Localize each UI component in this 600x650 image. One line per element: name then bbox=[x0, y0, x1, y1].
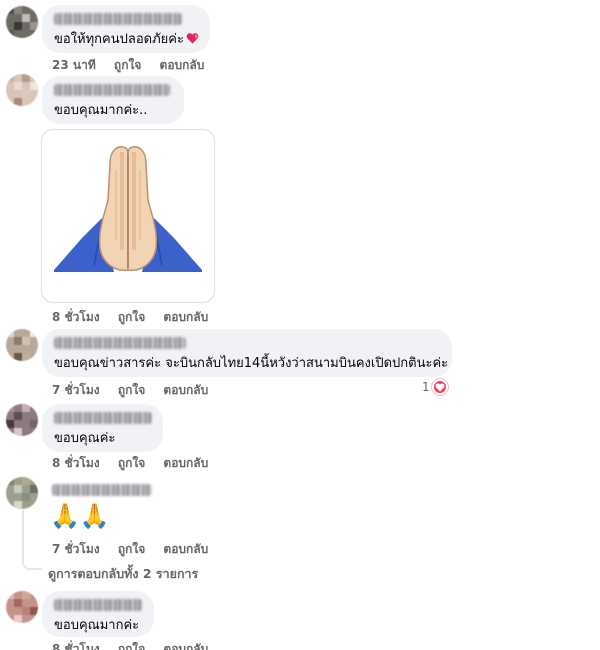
comment-bubble: ขอบคุณมากค่ะ.. bbox=[42, 76, 184, 124]
comment-bubble: ขอบคุณข่าวสารค่ะ จะบินกลับไทย14นี้หวังว่… bbox=[42, 329, 452, 377]
comment-meta: 23 นาที ถูกใจ ตอบกลับ bbox=[52, 56, 218, 75]
comment-bubble: ขอบคุณค่ะ bbox=[42, 404, 163, 452]
timestamp-link[interactable]: 8 ชั่วโมง bbox=[52, 456, 100, 470]
like-button[interactable]: ถูกใจ bbox=[114, 58, 141, 72]
comment-text: ขอบคุณค่ะ bbox=[54, 431, 116, 446]
love-reaction-icon bbox=[431, 379, 448, 395]
avatar[interactable] bbox=[6, 477, 38, 509]
timestamp-link[interactable]: 7 ชั่วโมง bbox=[52, 542, 100, 556]
avatar[interactable] bbox=[6, 591, 38, 623]
comment-bubble: ขอให้ทุกคนปลอดภัยค่ะ bbox=[42, 5, 210, 53]
avatar[interactable] bbox=[6, 6, 38, 38]
comment-meta: 7 ชั่วโมง ถูกใจ ตอบกลับ bbox=[52, 381, 222, 400]
reply-thread-line bbox=[22, 510, 42, 570]
reply-button[interactable]: ตอบกลับ bbox=[163, 310, 208, 324]
like-button[interactable]: ถูกใจ bbox=[118, 456, 145, 470]
avatar[interactable] bbox=[6, 329, 38, 361]
avatar[interactable] bbox=[6, 404, 38, 436]
praying-hands-icon bbox=[54, 146, 202, 272]
comment-meta: 7 ชั่วโมง ถูกใจ ตอบกลับ bbox=[52, 540, 222, 559]
timestamp-link[interactable]: 23 นาที bbox=[52, 58, 96, 72]
like-button[interactable]: ถูกใจ bbox=[118, 542, 145, 556]
praying-hands-sticker bbox=[41, 129, 215, 303]
comment-text: ขอบคุณมากค่ะ.. bbox=[54, 103, 148, 118]
timestamp-link[interactable]: 7 ชั่วโมง bbox=[52, 383, 100, 397]
comment-text: ขอบคุณข่าวสารค่ะ จะบินกลับไทย14นี้หวังว่… bbox=[54, 356, 449, 371]
reply-button[interactable]: ตอบกลับ bbox=[163, 542, 208, 556]
timestamp-link[interactable]: 8 ชั่วโมง bbox=[52, 642, 100, 650]
comment-emoji-text: 🙏🙏 bbox=[50, 502, 110, 530]
commenter-name[interactable] bbox=[54, 599, 142, 611]
reaction-count[interactable]: 1 bbox=[422, 379, 448, 395]
avatar[interactable] bbox=[6, 74, 38, 106]
commenter-name[interactable] bbox=[54, 13, 182, 25]
comment-text: ขอให้ทุกคนปลอดภัยค่ะ bbox=[54, 31, 199, 48]
reply-button[interactable]: ตอบกลับ bbox=[160, 58, 205, 72]
view-replies-link[interactable]: ดูการตอบกลับทั้ง 2 รายการ bbox=[48, 564, 198, 584]
reply-button[interactable]: ตอบกลับ bbox=[163, 456, 208, 470]
comment-meta: 8 ชั่วโมง ถูกใจ ตอบกลับ bbox=[52, 640, 222, 650]
reply-button[interactable]: ตอบกลับ bbox=[163, 383, 208, 397]
comment-bubble: ขอบคุณมากค่ะ bbox=[42, 591, 154, 637]
comment-meta: 8 ชั่วโมง ถูกใจ ตอบกลับ bbox=[52, 308, 222, 327]
commenter-name[interactable] bbox=[54, 412, 152, 424]
reaction-count-number: 1 bbox=[422, 380, 430, 394]
commenter-name[interactable] bbox=[52, 484, 152, 496]
comment-text: ขอบคุณมากค่ะ bbox=[54, 618, 140, 633]
heart-emoji-icon bbox=[186, 32, 199, 44]
comment-meta: 8 ชั่วโมง ถูกใจ ตอบกลับ bbox=[52, 454, 222, 473]
like-button[interactable]: ถูกใจ bbox=[118, 642, 145, 650]
like-button[interactable]: ถูกใจ bbox=[118, 383, 145, 397]
commenter-name[interactable] bbox=[54, 84, 170, 96]
reply-button[interactable]: ตอบกลับ bbox=[163, 642, 208, 650]
timestamp-link[interactable]: 8 ชั่วโมง bbox=[52, 310, 100, 324]
commenter-name[interactable] bbox=[54, 337, 186, 349]
like-button[interactable]: ถูกใจ bbox=[118, 310, 145, 324]
